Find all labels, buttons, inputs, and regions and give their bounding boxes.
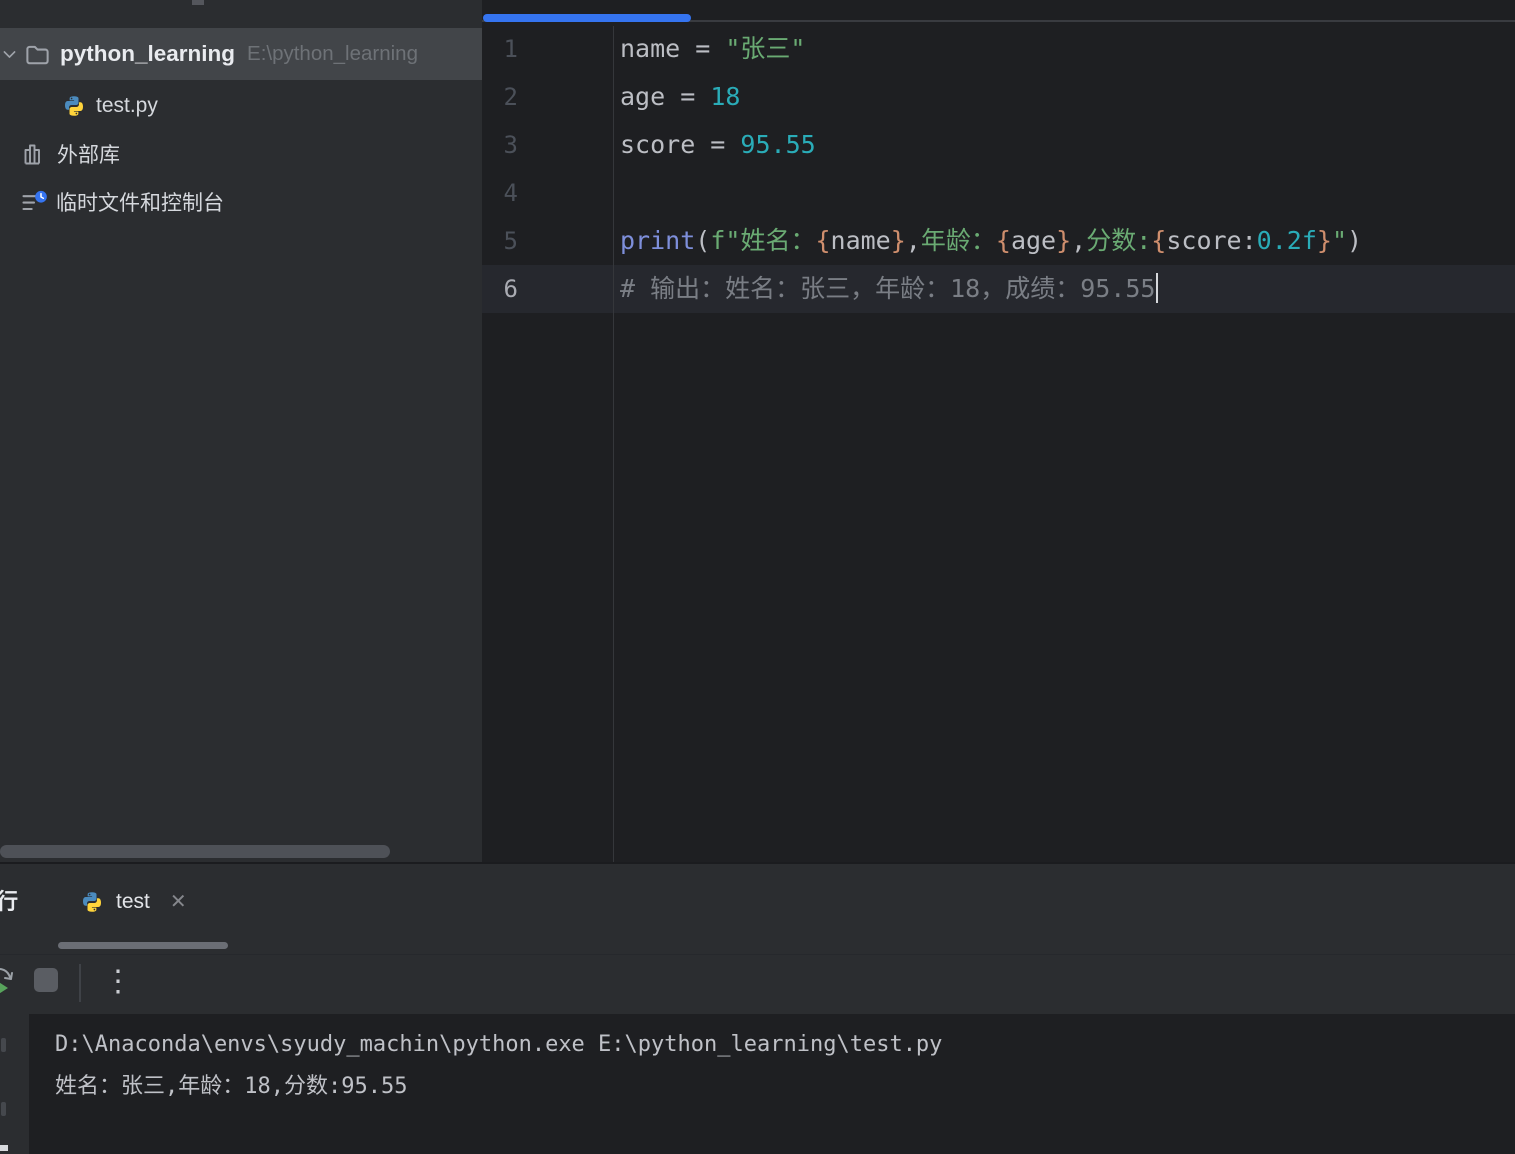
code-line: 1 name = "张三" bbox=[482, 25, 1515, 73]
gutter-separator bbox=[613, 26, 614, 862]
line-number[interactable]: 2 bbox=[482, 73, 518, 121]
project-panel[interactable]: python_learning E:\python_learning test.… bbox=[0, 0, 482, 862]
library-icon bbox=[24, 144, 40, 164]
rerun-icon bbox=[0, 968, 13, 994]
line-number[interactable]: 1 bbox=[482, 25, 518, 73]
line-number[interactable]: 5 bbox=[482, 217, 518, 265]
tree-row-external-libraries[interactable]: 外部库 bbox=[0, 130, 482, 178]
header-divider bbox=[0, 954, 1515, 955]
tool-window-title-label: 运行 bbox=[0, 889, 19, 914]
text-caret bbox=[1156, 273, 1159, 303]
tree-item-label: test.py bbox=[96, 94, 158, 117]
ide-window: python_learning E:\python_learning test.… bbox=[0, 0, 1515, 1154]
cut-toolbar-icon bbox=[1, 1038, 6, 1052]
project-root-path: E:\python_learning bbox=[247, 42, 418, 65]
code-lines: 1 name = "张三" 2 age = 18 3 score = 95.55 4 5 pri… bbox=[482, 25, 1515, 313]
tree-row-project-root[interactable]: python_learning E:\python_learning bbox=[0, 28, 482, 80]
console-output[interactable]: D:\Anaconda\envs\syudy_machin\python.exe… bbox=[0, 1014, 1515, 1154]
code-text: # 输出：姓名：张三，年龄：18，成绩：95.55 bbox=[620, 265, 1159, 313]
python-file-icon bbox=[83, 892, 101, 912]
code-line: 4 bbox=[482, 169, 1515, 217]
code-text: age = 18 bbox=[620, 82, 741, 111]
scratches-icon bbox=[22, 190, 47, 211]
tree-row-scratches[interactable]: 临时文件和控制台 bbox=[0, 178, 482, 226]
tree-item-label: 外部库 bbox=[57, 144, 120, 167]
code-line: 5 print(f"姓名：{name},年龄：{age},分数:{score:0.… bbox=[482, 217, 1515, 265]
tree-item-label: 临时文件和控制台 bbox=[56, 192, 224, 215]
console-command-line: D:\Anaconda\envs\syudy_machin\python.exe… bbox=[55, 1032, 943, 1057]
line-number[interactable]: 3 bbox=[482, 121, 518, 169]
folder-icon bbox=[26, 45, 49, 64]
tree-row-test-py[interactable]: test.py bbox=[0, 82, 482, 130]
rerun-button[interactable] bbox=[0, 965, 18, 1001]
chevron-down-icon[interactable] bbox=[1, 46, 18, 63]
console-toolbar-strip bbox=[0, 1014, 29, 1154]
scrollbar-tick bbox=[192, 0, 204, 5]
code-line: 2 age = 18 bbox=[482, 73, 1515, 121]
line-number[interactable]: 4 bbox=[482, 169, 518, 217]
progress-bar bbox=[483, 14, 691, 22]
tool-window-title-run[interactable]: 运行 bbox=[0, 880, 34, 924]
project-root-name: python_learning bbox=[60, 41, 236, 66]
project-horizontal-scrollbar[interactable] bbox=[0, 845, 390, 858]
console-output-line: 姓名：张三,年龄：18,分数:95.55 bbox=[55, 1074, 408, 1099]
toolbar-separator bbox=[79, 964, 81, 1002]
close-icon[interactable]: ✕ bbox=[170, 892, 187, 912]
run-tab-test[interactable]: test ✕ bbox=[80, 874, 187, 930]
stop-button[interactable] bbox=[34, 968, 58, 992]
code-text: score = 95.55 bbox=[620, 130, 816, 159]
more-options-button[interactable]: ⋮ bbox=[103, 964, 133, 1000]
python-file-icon bbox=[65, 96, 83, 116]
code-line: 6 # 输出：姓名：张三，年龄：18，成绩：95.55 bbox=[482, 265, 1515, 313]
code-editor[interactable]: 1 name = "张三" 2 age = 18 3 score = 95.55 4 5 pri… bbox=[482, 0, 1515, 862]
cut-toolbar-icon bbox=[0, 1145, 8, 1151]
line-number[interactable]: 6 bbox=[482, 265, 518, 313]
run-tab-label: test bbox=[116, 890, 150, 913]
code-text: name = "张三" bbox=[620, 34, 806, 63]
code-line: 3 score = 95.55 bbox=[482, 121, 1515, 169]
run-tool-window: 运行 test ✕ ⋮ D:\Anac bbox=[0, 862, 1515, 1154]
cut-toolbar-icon bbox=[1, 1102, 6, 1116]
code-text: print(f"姓名：{name},年龄：{age},分数:{score:0.2… bbox=[620, 226, 1363, 255]
tab-scrollbar[interactable] bbox=[58, 942, 228, 949]
